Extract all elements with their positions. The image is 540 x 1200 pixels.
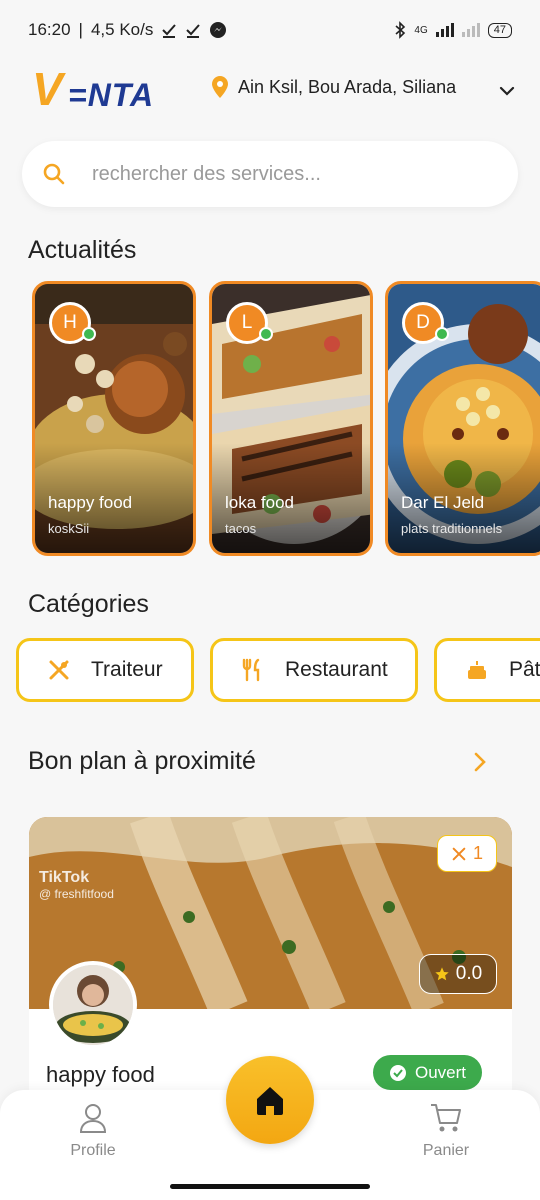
story-subtitle: koskSii bbox=[48, 521, 90, 536]
status-separator: | bbox=[78, 20, 83, 39]
bluetooth-icon bbox=[395, 21, 406, 39]
search-input[interactable] bbox=[92, 162, 472, 186]
status-bar: 16:20 | 4,5 Ko/s 4G 47 bbox=[0, 0, 540, 60]
star-icon bbox=[435, 967, 449, 981]
search-icon bbox=[43, 163, 65, 185]
signal-icon-2 bbox=[461, 23, 480, 37]
restaurant-name: happy food bbox=[46, 1062, 155, 1087]
story-subtitle: tacos bbox=[225, 521, 257, 536]
categories-row[interactable]: Traiteur Restaurant Pât bbox=[16, 638, 540, 704]
category-label: Traiteur bbox=[91, 658, 163, 681]
nav-profile[interactable]: Profile bbox=[48, 1102, 138, 1160]
tiktok-watermark: TikTok @ freshfitfood bbox=[39, 869, 114, 901]
stories-carousel[interactable]: H happy food koskSii L loka food tacos D… bbox=[32, 281, 540, 557]
chevron-right-icon[interactable] bbox=[468, 750, 492, 774]
category-patisserie[interactable]: Pât bbox=[434, 638, 540, 702]
online-indicator bbox=[82, 327, 96, 341]
battery-icon: 47 bbox=[487, 22, 512, 38]
utensils-cross-icon bbox=[49, 660, 69, 680]
messenger-icon bbox=[210, 22, 227, 38]
network-type: 4G bbox=[414, 24, 428, 36]
fork-knife-icon bbox=[242, 658, 260, 682]
logo-text: =NTA bbox=[68, 77, 155, 113]
story-subtitle: plats traditionnels bbox=[401, 521, 503, 536]
status-left: 16:20 | 4,5 Ko/s bbox=[28, 20, 227, 40]
items-count: 1 bbox=[472, 843, 483, 863]
signal-icon bbox=[435, 23, 454, 37]
gesture-bar bbox=[170, 1184, 370, 1189]
rating-badge: 0.0 bbox=[419, 954, 497, 994]
status-right: 4G 47 bbox=[394, 21, 512, 39]
search-bar[interactable] bbox=[22, 141, 518, 207]
online-indicator bbox=[259, 327, 273, 341]
location-label: Ain Ksil, Bou Arada, Siliana bbox=[238, 76, 457, 97]
cake-icon bbox=[468, 661, 486, 679]
user-icon bbox=[79, 1104, 107, 1133]
nav-cart[interactable]: Panier bbox=[401, 1102, 491, 1160]
category-restaurant[interactable]: Restaurant bbox=[210, 638, 418, 702]
nav-profile-label: Profile bbox=[70, 1142, 116, 1159]
home-icon bbox=[257, 1087, 283, 1115]
restaurant-avatar bbox=[49, 961, 137, 1049]
categories-title: Catégories bbox=[28, 590, 149, 618]
watermark-handle: @ freshfitfood bbox=[39, 887, 114, 901]
status-badge: Ouvert bbox=[373, 1055, 482, 1090]
story-name: Dar El Jeld bbox=[401, 493, 485, 512]
location-pin-icon bbox=[212, 76, 228, 98]
category-label: Restaurant bbox=[285, 658, 388, 681]
venta-logo: V =NTA bbox=[32, 66, 184, 112]
story-card[interactable]: H happy food koskSii bbox=[32, 281, 196, 556]
avatar-image bbox=[53, 965, 133, 1045]
category-traiteur[interactable]: Traiteur bbox=[16, 638, 194, 702]
check-circle-icon bbox=[389, 1064, 406, 1081]
story-name: loka food bbox=[225, 493, 294, 512]
download-done-icon bbox=[162, 24, 177, 38]
app-header: V =NTA Ain Ksil, Bou Arada, Siliana bbox=[0, 62, 540, 120]
category-label: Pât bbox=[509, 658, 540, 681]
utensils-cross-icon bbox=[452, 847, 466, 860]
nearby-title: Bon plan à proximité bbox=[28, 747, 256, 775]
story-card[interactable]: D Dar El Jeld plats traditionnels bbox=[385, 281, 540, 556]
rating-value: 0.0 bbox=[455, 963, 483, 984]
watermark-brand: TikTok bbox=[39, 869, 90, 886]
home-button[interactable] bbox=[226, 1056, 314, 1144]
chevron-down-icon[interactable] bbox=[496, 80, 518, 102]
nav-cart-label: Panier bbox=[422, 1142, 470, 1159]
status-label: Ouvert bbox=[414, 1062, 467, 1082]
news-title: Actualités bbox=[28, 236, 137, 264]
story-name: happy food bbox=[48, 493, 133, 512]
cart-icon bbox=[431, 1104, 461, 1132]
story-card[interactable]: L loka food tacos bbox=[209, 281, 373, 556]
status-time: 16:20 bbox=[28, 20, 71, 39]
location-selector[interactable]: Ain Ksil, Bou Arada, Siliana bbox=[212, 76, 456, 98]
download-done-icon-2 bbox=[186, 24, 201, 38]
items-badge: 1 bbox=[437, 835, 497, 872]
status-speed: 4,5 Ko/s bbox=[90, 20, 154, 39]
logo-v: V bbox=[32, 63, 63, 115]
online-indicator bbox=[435, 327, 449, 341]
